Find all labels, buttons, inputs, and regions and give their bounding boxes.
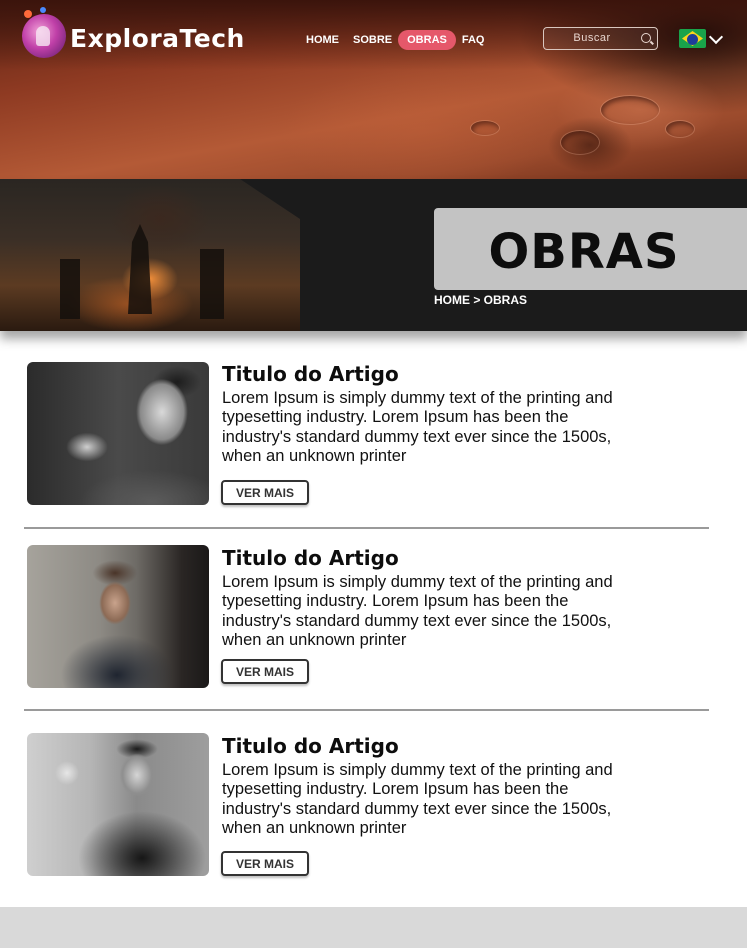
page-title: OBRAS: [488, 224, 680, 280]
search-box: [543, 27, 658, 50]
article-title[interactable]: Titulo do Artigo: [222, 546, 399, 570]
nav-obras[interactable]: OBRAS: [398, 30, 456, 50]
nav-home[interactable]: HOME: [306, 31, 339, 49]
main-nav: HOME SOBRE OBRAS FAQ: [306, 30, 498, 50]
article-excerpt: Lorem Ipsum is simply dummy text of the …: [222, 573, 613, 649]
crater-decoration: [600, 95, 660, 125]
article-title[interactable]: Titulo do Artigo: [222, 362, 399, 386]
article-excerpt: Lorem Ipsum is simply dummy text of the …: [222, 761, 613, 837]
article-thumbnail[interactable]: [27, 362, 209, 505]
throne-silhouette: [128, 224, 152, 314]
tower-silhouette: [200, 249, 224, 319]
divider: [24, 527, 709, 529]
brazil-flag-icon[interactable]: [679, 29, 706, 48]
crater-decoration: [560, 130, 600, 155]
divider: [24, 709, 709, 711]
page-banner: OBRAS HOME > OBRAS: [0, 179, 747, 331]
breadcrumb[interactable]: HOME > OBRAS: [434, 293, 527, 307]
brand-name[interactable]: ExploraTech: [70, 24, 245, 53]
article-thumbnail[interactable]: [27, 733, 209, 876]
page-title-box: OBRAS: [434, 208, 747, 290]
search-icon[interactable]: [641, 33, 651, 43]
flag-globe: [687, 33, 698, 45]
logo-planet-icon: [24, 10, 32, 18]
crater-decoration: [470, 120, 500, 136]
nav-sobre[interactable]: SOBRE: [353, 31, 392, 49]
ver-mais-button[interactable]: VER MAIS: [221, 480, 309, 505]
crater-decoration: [665, 120, 695, 138]
ver-mais-button[interactable]: VER MAIS: [221, 851, 309, 876]
hero-header: ExploraTech HOME SOBRE OBRAS FAQ: [0, 0, 747, 180]
logo-astronaut-icon: [36, 26, 50, 46]
article-thumbnail[interactable]: [27, 545, 209, 688]
article-excerpt: Lorem Ipsum is simply dummy text of the …: [222, 389, 613, 465]
ver-mais-button[interactable]: VER MAIS: [221, 659, 309, 684]
search-input[interactable]: [544, 28, 640, 48]
banner-image: [0, 179, 300, 331]
footer: [0, 907, 747, 948]
tower-silhouette: [60, 259, 80, 319]
article-title[interactable]: Titulo do Artigo: [222, 734, 399, 758]
nav-faq[interactable]: FAQ: [462, 31, 485, 49]
logo-star-icon: [40, 7, 46, 13]
